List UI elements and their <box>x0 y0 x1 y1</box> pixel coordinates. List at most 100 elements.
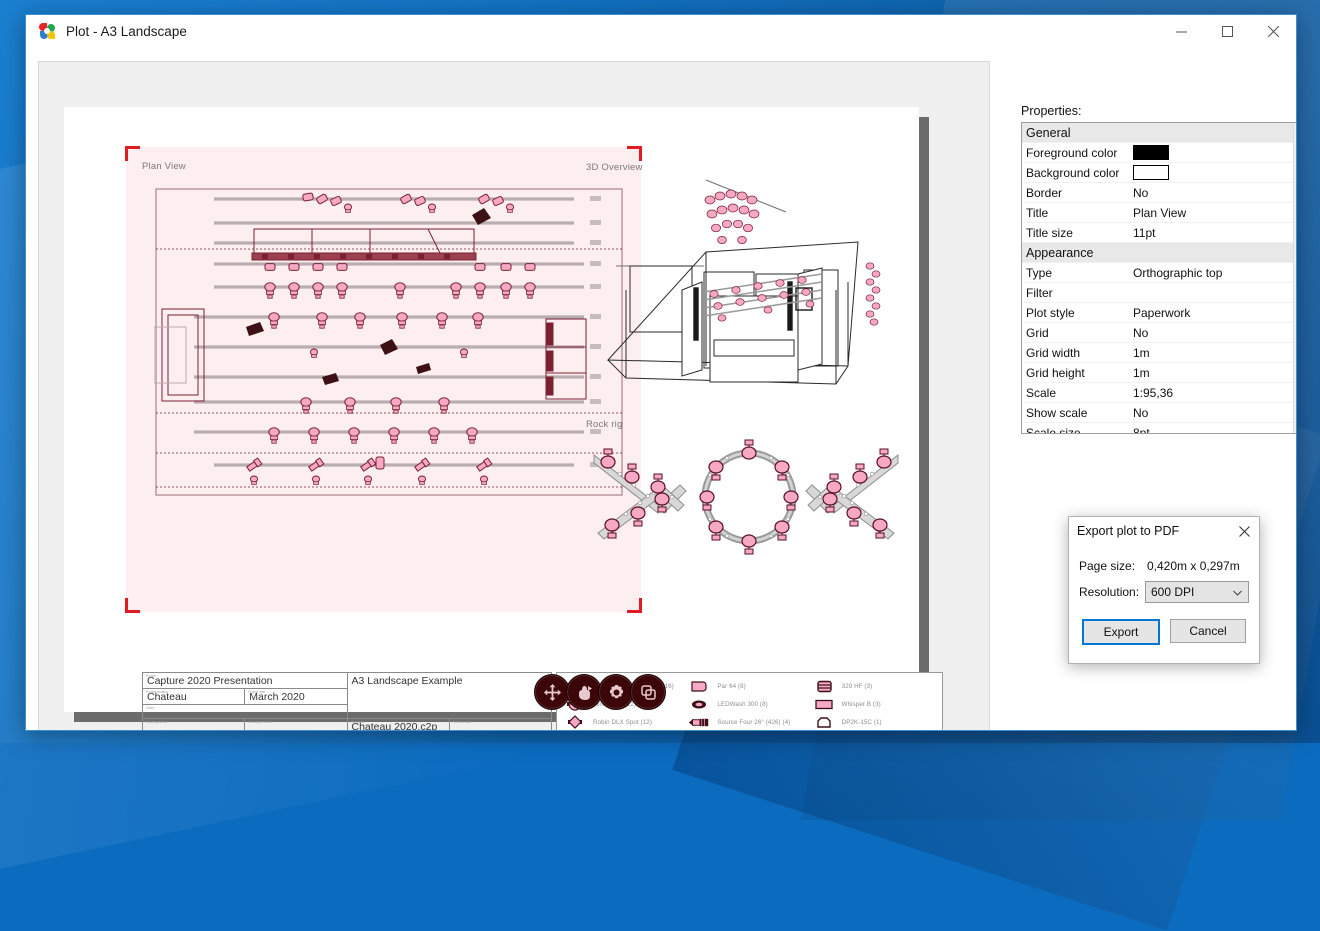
dialog-title: Export plot to PDF <box>1077 524 1179 538</box>
property-value: No <box>1129 406 1293 420</box>
titleblock-mini-revision: Drawing revision <box>248 720 272 724</box>
property-key: Grid width <box>1022 346 1129 360</box>
scrollbar-thumb[interactable] <box>1294 139 1296 417</box>
chevron-down-icon[interactable] <box>1294 417 1296 433</box>
plot-view-rock-rig[interactable]: Rock rig <box>586 419 906 559</box>
property-row-grid-height[interactable]: Grid height 1m <box>1022 363 1293 383</box>
titleblock-mini-client: Client <box>146 706 154 710</box>
property-row-title-size[interactable]: Title size 11pt <box>1022 223 1293 243</box>
selection-corner-bottom-left <box>125 598 140 613</box>
minimize-button[interactable] <box>1158 15 1204 48</box>
par64-symbol <box>687 679 711 693</box>
dp2k-symbol <box>812 715 836 729</box>
property-row-plot-style[interactable]: Plot style Paperwork <box>1022 303 1293 323</box>
titleblock-mini-author: Drawing author <box>146 720 168 724</box>
drawing-title-block[interactable]: Project Capture 2020 Presentation A3 Lan… <box>142 672 552 730</box>
plot-view-toolbar[interactable] <box>534 674 662 710</box>
legend-label: LEDWash 300 (8) <box>717 701 767 708</box>
titleblock-mini-revdate: Revision date <box>453 720 472 724</box>
property-row-title[interactable]: Title Plan View <box>1022 203 1293 223</box>
chevron-up-icon[interactable] <box>1294 123 1296 139</box>
property-key: Filter <box>1022 286 1129 300</box>
property-row-grid[interactable]: Grid No <box>1022 323 1293 343</box>
legend-item: LEDWash 300 (8) <box>687 695 811 713</box>
maximize-button[interactable] <box>1204 15 1250 48</box>
background-color-swatch[interactable] <box>1133 165 1169 180</box>
property-key: Grid <box>1022 326 1129 340</box>
selection-corner-top-right <box>627 146 642 161</box>
chevron-down-icon <box>1233 585 1242 599</box>
ledwash-symbol <box>687 697 711 711</box>
plan-view-label: Plan View <box>142 161 186 172</box>
property-key: Plot style <box>1022 306 1129 320</box>
resolution-select[interactable]: 600 DPI <box>1145 581 1249 603</box>
export-button[interactable]: Export <box>1082 619 1160 645</box>
legend-item: Par 64 (8) <box>687 677 811 695</box>
cancel-button[interactable]: Cancel <box>1170 619 1246 643</box>
properties-group-label: Appearance <box>1026 246 1093 260</box>
plot-paper-sheet[interactable]: Plan View <box>64 107 919 712</box>
properties-scrollbar[interactable] <box>1293 123 1296 433</box>
window-body: Plan View <box>26 49 1296 730</box>
property-value: Paperwork <box>1129 306 1293 320</box>
rock-rig-label: Rock rig <box>586 419 622 430</box>
property-value: 11pt <box>1129 226 1293 240</box>
move-tool-icon[interactable] <box>534 674 570 710</box>
window-title: Plot - A3 Landscape <box>66 24 187 39</box>
property-value: No <box>1129 186 1293 200</box>
property-row-grid-width[interactable]: Grid width 1m <box>1022 343 1293 363</box>
overview-drawing <box>586 170 886 415</box>
property-row-scale-size[interactable]: Scale size 8pt <box>1022 423 1293 433</box>
titleblock-mini-date: Project date <box>248 690 265 694</box>
pan-hand-tool-icon[interactable] <box>566 674 602 710</box>
property-value: 1:95,36 <box>1129 386 1293 400</box>
titleblock-mini-location: Project location <box>146 690 168 694</box>
foreground-color-swatch[interactable] <box>1133 145 1169 160</box>
properties-group-general: General <box>1022 123 1293 143</box>
plot-canvas[interactable]: Plan View <box>38 61 990 730</box>
legend-item: Robin DLX Spot (12) <box>563 713 687 730</box>
property-key: Title size <box>1022 226 1129 240</box>
plot-view-plan[interactable]: Plan View <box>126 147 641 612</box>
resolution-row: Resolution: 600 DPI <box>1079 579 1249 605</box>
properties-group-label: General <box>1026 126 1070 140</box>
close-button[interactable] <box>1250 15 1296 48</box>
legend-label: 329 HF (3) <box>842 683 873 690</box>
whisper-symbol <box>812 697 836 711</box>
property-value: Orthographic top <box>1129 266 1293 280</box>
window-title-bar: Plot - A3 Landscape <box>26 15 1296 49</box>
property-key: Border <box>1022 186 1129 200</box>
properties-list[interactable]: General Foreground color Background colo… <box>1022 123 1293 433</box>
properties-group-appearance: Appearance <box>1022 243 1293 263</box>
titleblock-mini-project: Project <box>146 674 156 678</box>
property-value: 8pt <box>1129 426 1293 434</box>
legend-label: DP2K-15C (1) <box>842 719 882 726</box>
dialog-close-button[interactable] <box>1229 517 1259 545</box>
property-row-foreground-color[interactable]: Foreground color <box>1022 143 1293 163</box>
duplicate-frame-tool-icon[interactable] <box>630 674 666 710</box>
titleblock-mini-filename: File name <box>351 720 365 724</box>
plot-view-3d-overview[interactable]: 3D Overview <box>586 162 886 412</box>
property-row-scale[interactable]: Scale 1:95,36 <box>1022 383 1293 403</box>
property-row-show-scale[interactable]: Show scale No <box>1022 403 1293 423</box>
property-row-type[interactable]: Type Orthographic top <box>1022 263 1293 283</box>
legend-label: Par 64 (8) <box>717 683 746 690</box>
settings-gear-tool-icon[interactable] <box>598 674 634 710</box>
property-row-background-color[interactable]: Background color <box>1022 163 1293 183</box>
legend-label: Whisper B (3) <box>842 701 881 708</box>
titleblock-filename-value: Chateau 2020.c2p <box>352 721 445 730</box>
legend-item: DP2K-15C (1) <box>812 713 936 730</box>
export-plot-dialog[interactable]: Export plot to PDF Page size: 0,420m x 0… <box>1068 516 1260 664</box>
property-row-filter[interactable]: Filter <box>1022 283 1293 303</box>
property-key: Background color <box>1022 166 1129 180</box>
plot-window: Plot - A3 Landscape Pla <box>25 14 1297 731</box>
selection-corner-bottom-right <box>627 598 642 613</box>
property-key: Foreground color <box>1022 146 1129 160</box>
legend-item: 329 HF (3) <box>812 677 936 695</box>
robin-symbol <box>563 715 587 729</box>
dialog-title-bar: Export plot to PDF <box>1069 517 1259 545</box>
properties-heading: Properties: <box>1021 104 1296 118</box>
property-value: 1m <box>1129 366 1293 380</box>
property-row-border[interactable]: Border No <box>1022 183 1293 203</box>
resolution-value: 600 DPI <box>1151 585 1194 599</box>
